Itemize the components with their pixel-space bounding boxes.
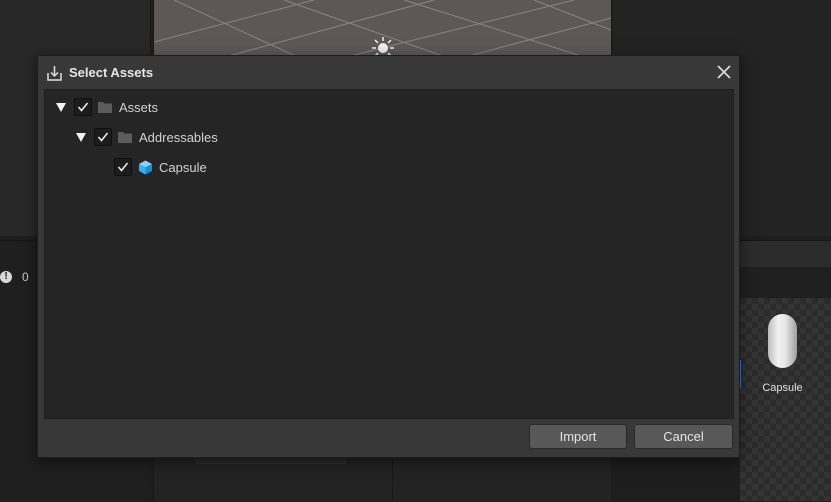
preview-toolbar <box>738 240 831 267</box>
foldout-arrow-icon[interactable] <box>74 130 88 144</box>
dialog-titlebar: Select Assets <box>38 56 739 89</box>
tree-row-addressables[interactable]: Addressables <box>74 126 218 148</box>
download-into-tray-icon <box>47 66 62 81</box>
foldout-arrow-icon[interactable] <box>54 100 68 114</box>
asset-tree: Assets Addressables Capsule <box>44 89 734 419</box>
tree-row-capsule[interactable]: Capsule <box>114 156 207 178</box>
console-error-count: 0 <box>22 270 29 284</box>
prefab-cube-icon <box>138 159 154 175</box>
capsule-preview-thumbnail[interactable] <box>768 314 797 368</box>
checkmark-icon <box>117 162 129 172</box>
capsule-checkbox[interactable] <box>114 158 132 176</box>
console-error-counter[interactable]: ! 0 <box>0 270 29 284</box>
preview-header <box>738 267 831 297</box>
checkmark-icon <box>77 102 89 112</box>
close-icon[interactable] <box>715 63 733 81</box>
addressables-checkbox[interactable] <box>94 128 112 146</box>
cancel-button[interactable]: Cancel <box>634 424 733 449</box>
tree-item-label: Addressables <box>139 129 218 145</box>
tree-row-assets[interactable]: Assets <box>54 96 158 118</box>
scene-view[interactable] <box>153 0 612 60</box>
tree-item-label: Assets <box>119 99 159 115</box>
error-icon: ! <box>0 271 12 283</box>
import-button[interactable]: Import <box>529 424 627 449</box>
folder-icon <box>98 99 114 115</box>
dialog-title: Select Assets <box>69 65 154 80</box>
panel-divider <box>392 456 393 501</box>
select-assets-dialog: Select Assets Assets Addressables Capsul… <box>37 55 740 458</box>
assets-checkbox[interactable] <box>74 98 92 116</box>
folder-icon <box>118 129 134 145</box>
tree-item-label: Capsule <box>159 159 207 175</box>
checkmark-icon <box>97 132 109 142</box>
preview-asset-label: Capsule <box>762 382 803 394</box>
